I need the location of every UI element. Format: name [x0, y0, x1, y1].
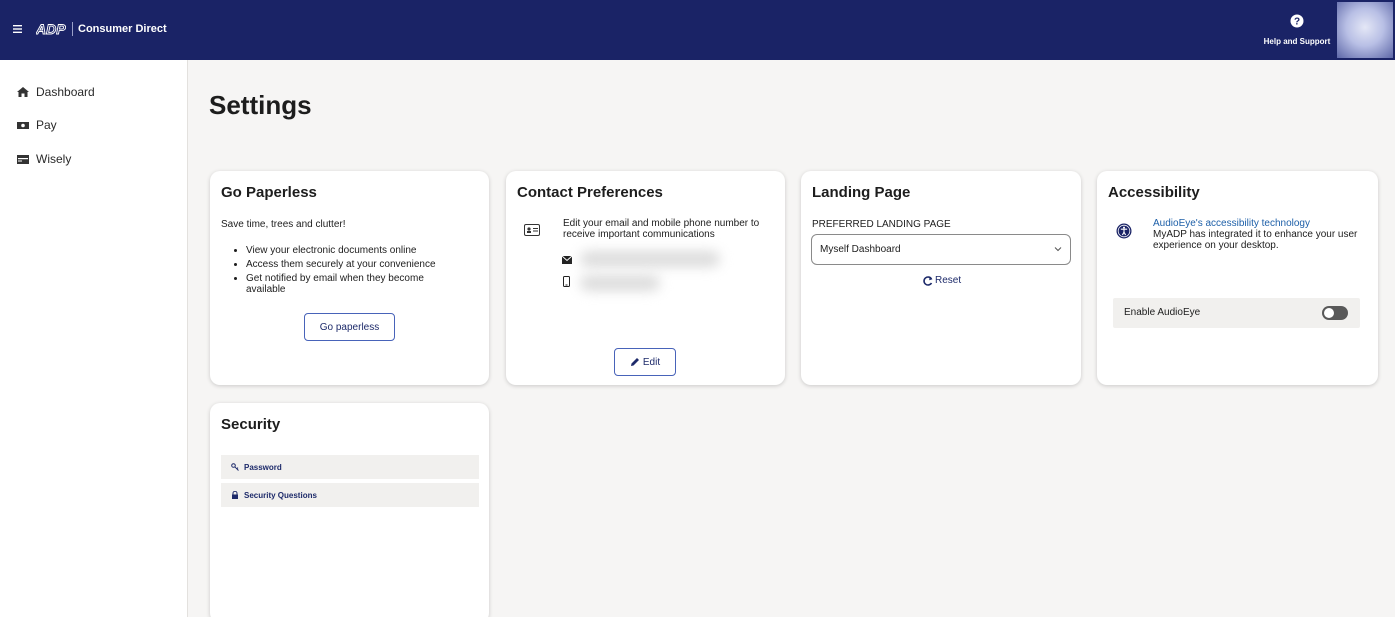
top-navigation-bar: ADP Consumer Direct ? Help and Support	[0, 0, 1395, 60]
sidebar-item-label: Dashboard	[36, 85, 95, 99]
contact-card-icon	[524, 224, 540, 236]
menu-icon[interactable]	[12, 21, 26, 37]
svg-text:?: ?	[1294, 17, 1300, 28]
enable-audioeye-label: Enable AudioEye	[1124, 307, 1201, 318]
password-label: Password	[244, 462, 282, 472]
adp-logo[interactable]: ADP	[36, 21, 66, 37]
chevron-down-icon	[1054, 247, 1062, 252]
list-item: Get notified by email when they become a…	[246, 273, 466, 295]
page-title: Settings	[209, 90, 312, 120]
home-icon	[17, 87, 29, 97]
logo-divider	[72, 22, 73, 36]
sidebar-item-label: Wisely	[36, 152, 72, 166]
mobile-phone-icon	[563, 276, 570, 287]
preferred-landing-page-label: PREFERRED LANDING PAGE	[812, 219, 951, 230]
paperless-intro: Save time, trees and clutter!	[221, 219, 346, 230]
help-icon: ?	[1290, 14, 1304, 28]
accessibility-card: Accessibility AudioEye's accessibility t…	[1097, 171, 1378, 385]
card-title: Security	[221, 416, 281, 433]
card-title: Go Paperless	[221, 184, 317, 201]
card-title: Accessibility	[1108, 184, 1200, 201]
card-title: Contact Preferences	[517, 184, 663, 201]
lock-icon	[232, 491, 238, 499]
card-icon	[17, 155, 29, 164]
go-paperless-card: Go Paperless Save time, trees and clutte…	[210, 171, 489, 385]
avatar[interactable]	[1337, 2, 1393, 58]
edit-label: Edit	[642, 356, 661, 368]
email-value-redacted	[580, 251, 720, 267]
paperless-benefits-list: View your electronic documents online Ac…	[232, 245, 466, 298]
accessibility-icon	[1116, 223, 1132, 239]
list-item: View your electronic documents online	[246, 245, 466, 256]
reset-link[interactable]: Reset	[923, 275, 961, 286]
security-questions-item[interactable]: Security Questions	[221, 483, 479, 507]
contact-preferences-card: Contact Preferences Edit your email and …	[506, 171, 785, 385]
select-value: Myself Dashboard	[820, 244, 901, 255]
help-label: Help and Support	[1263, 37, 1331, 46]
pencil-icon	[630, 358, 639, 366]
sidebar: Dashboard Pay Wisely	[0, 60, 188, 617]
sidebar-item-dashboard[interactable]: Dashboard	[16, 83, 95, 101]
landing-page-select[interactable]: Myself Dashboard	[811, 234, 1071, 265]
accessibility-description: MyADP has integrated it to enhance your …	[1153, 229, 1358, 251]
go-paperless-button[interactable]: Go paperless	[304, 313, 395, 341]
password-item[interactable]: Password	[221, 455, 479, 479]
refresh-icon	[923, 275, 933, 286]
sidebar-item-label: Pay	[36, 118, 57, 132]
enable-audioeye-toggle[interactable]	[1322, 306, 1348, 320]
money-icon	[17, 122, 29, 129]
sidebar-item-wisely[interactable]: Wisely	[16, 150, 71, 168]
card-title: Landing Page	[812, 184, 911, 201]
key-icon	[231, 463, 239, 471]
contact-description: Edit your email and mobile phone number …	[563, 218, 760, 240]
svg-text:ADP: ADP	[36, 21, 66, 37]
edit-contact-button[interactable]: Edit	[614, 348, 676, 376]
enable-audioeye-row: Enable AudioEye	[1113, 298, 1360, 328]
app-name: Consumer Direct	[78, 23, 167, 35]
envelope-icon	[562, 256, 572, 264]
security-card: Security Password Security Questions	[210, 403, 489, 617]
accessibility-text: AudioEye's accessibility technology MyAD…	[1153, 218, 1373, 251]
reset-label: Reset	[935, 275, 962, 286]
security-questions-label: Security Questions	[244, 490, 317, 500]
toggle-knob	[1324, 308, 1334, 318]
landing-page-card: Landing Page PREFERRED LANDING PAGE Myse…	[801, 171, 1081, 385]
help-and-support-button[interactable]: ? Help and Support	[1262, 14, 1332, 49]
sidebar-item-pay[interactable]: Pay	[16, 116, 57, 134]
list-item: Access them securely at your convenience	[246, 259, 466, 270]
phone-value-redacted	[580, 275, 660, 291]
audioeye-link[interactable]: AudioEye's accessibility technology	[1153, 218, 1310, 229]
